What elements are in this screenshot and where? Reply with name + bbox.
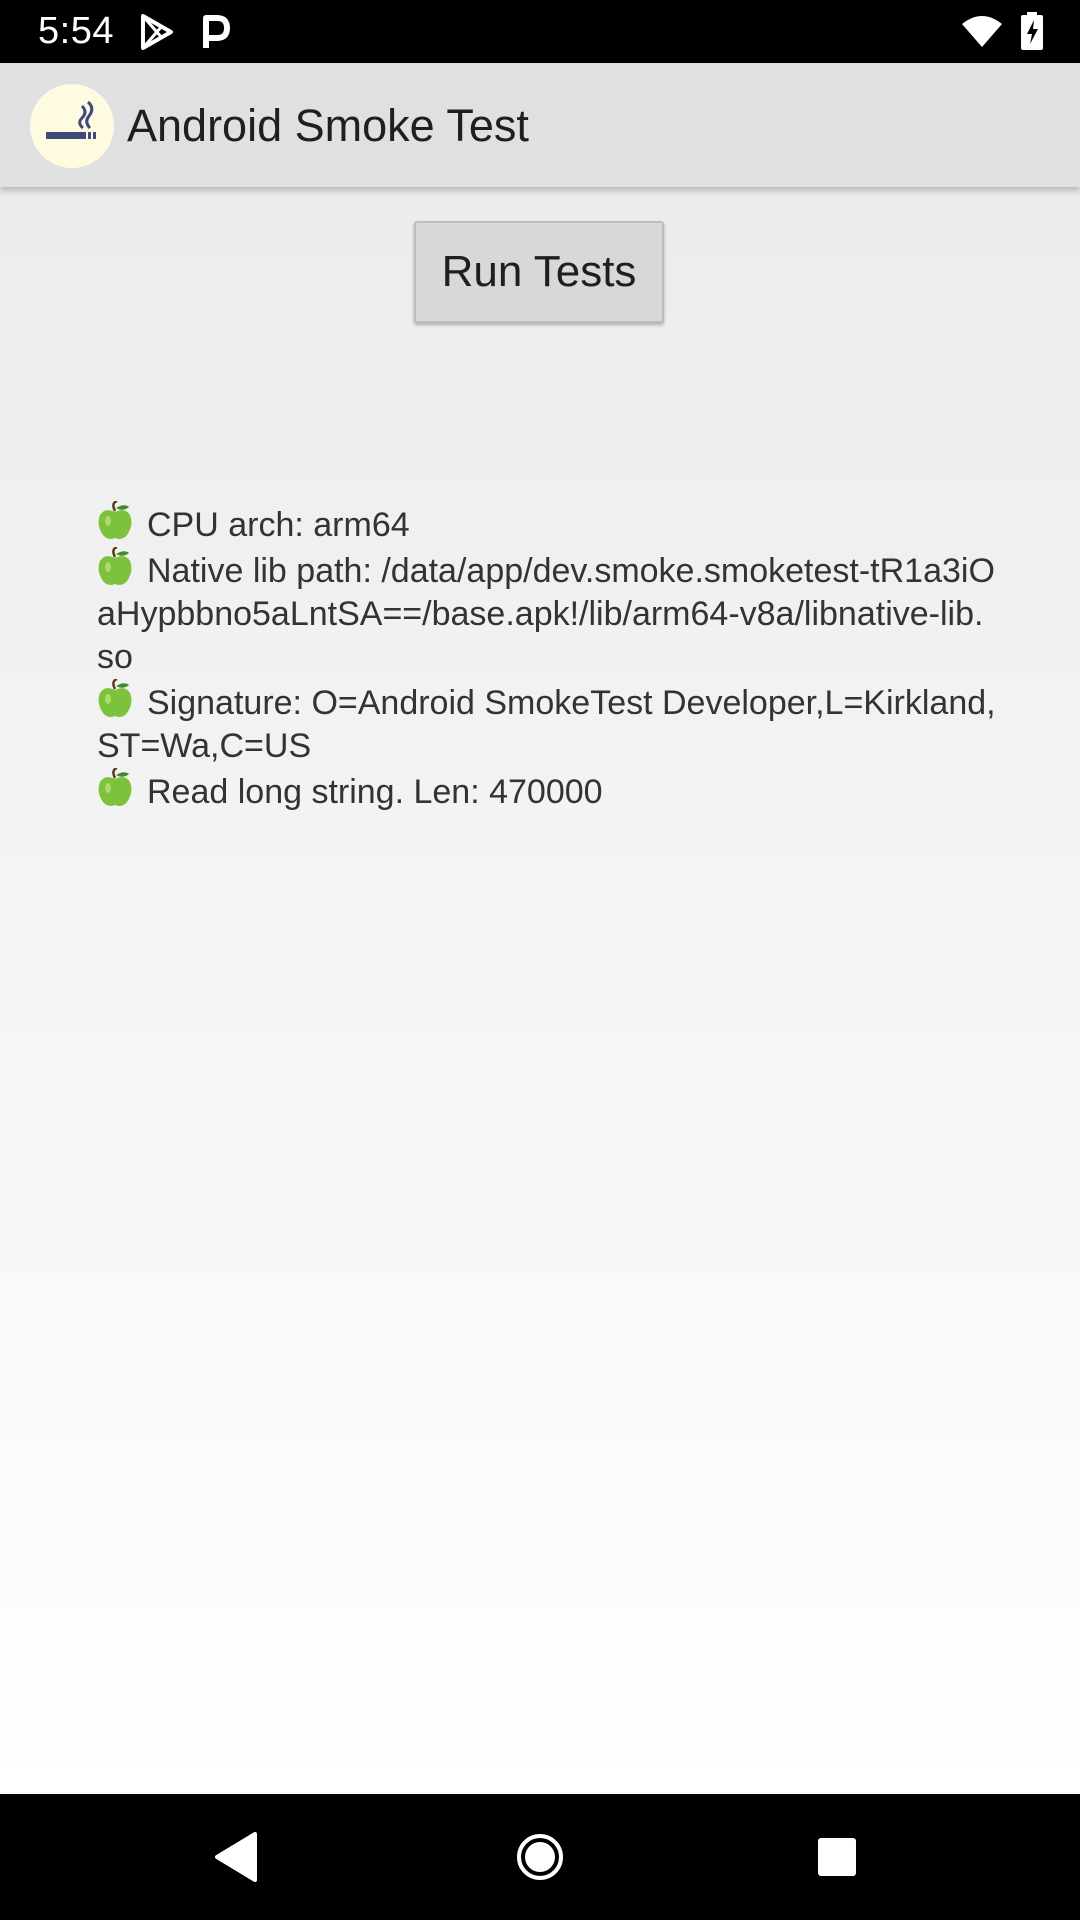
home-icon[interactable] [460,1794,620,1920]
green-apple-icon [97,679,133,719]
play-store-icon [140,14,174,50]
result-item: Read long string. Len: 470000 [97,768,997,814]
cigarette-icon [30,84,114,168]
green-apple-icon [97,768,133,808]
main-content: Run Tests CPU arch: arm64 Native lib pat… [0,187,1080,1794]
wifi-icon [962,14,1002,48]
green-apple-icon [97,547,133,587]
status-time: 5:54 [38,10,114,52]
navigation-bar [0,1794,1080,1920]
result-item: Signature: O=Android SmokeTest Developer… [97,679,997,768]
run-tests-button[interactable]: Run Tests [414,221,664,323]
result-item: Native lib path: /data/app/dev.smoke.smo… [97,547,997,679]
result-text: Native lib path: /data/app/dev.smoke.smo… [97,552,995,676]
green-apple-icon [97,501,133,541]
back-icon[interactable] [160,1794,320,1920]
result-text: Signature: O=Android SmokeTest Developer… [97,684,996,765]
app-title: Android Smoke Test [127,100,529,151]
parking-icon [200,14,230,50]
status-bar: 5:54 [0,0,1080,63]
result-item: CPU arch: arm64 [97,501,997,547]
result-text: Read long string. Len: 470000 [147,773,603,811]
results-list: CPU arch: arm64 Native lib path: /data/a… [97,501,997,814]
recents-icon[interactable] [758,1794,918,1920]
result-text: CPU arch: arm64 [147,506,410,544]
app-bar: Android Smoke Test [0,63,1080,187]
battery-icon [1020,12,1044,50]
